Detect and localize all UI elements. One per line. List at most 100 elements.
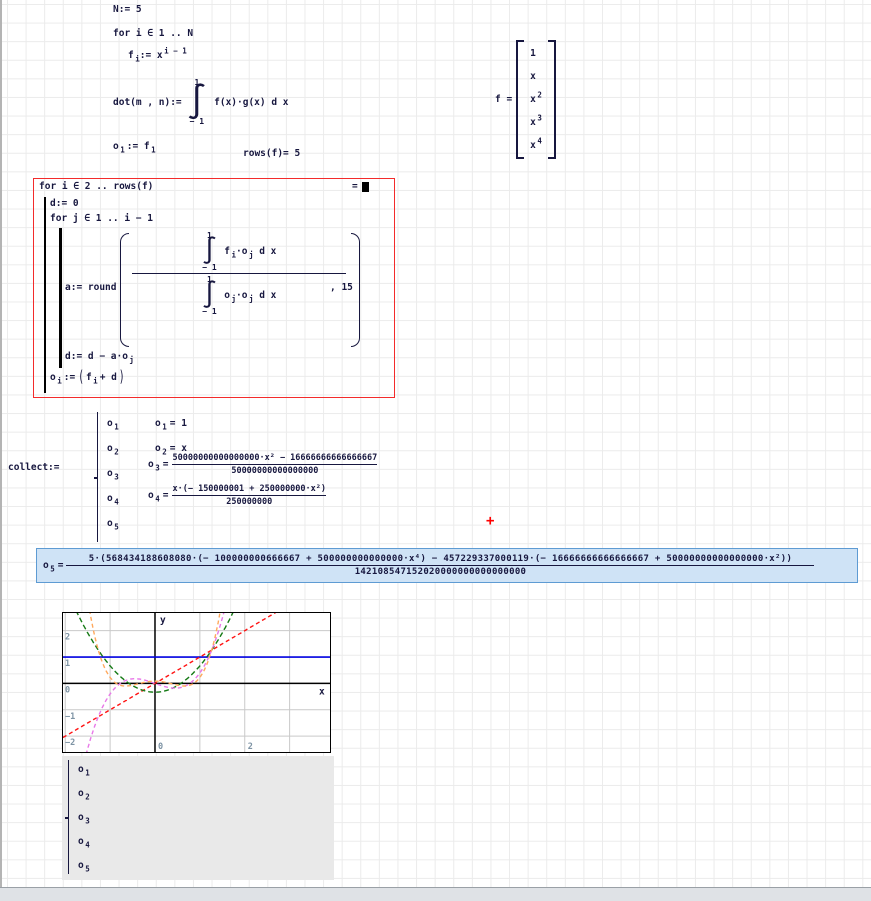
program-ratio: 1 ∫ − 1 fi·oj d x 1 ∫ − 1 oj·oj d x (132, 231, 346, 316)
math-text: for i ∈ 2 .. rows(f) (39, 181, 153, 192)
matrix-lhs: f = (495, 94, 512, 105)
svg-text:0: 0 (158, 742, 163, 752)
fraction: x·(− 150000001 + 250000000·x²)250000000 (172, 484, 326, 507)
program-d-update: d:= d − a·oj (65, 351, 134, 362)
trace-item: o4 (78, 836, 90, 847)
region-o5-evaluation-selected[interactable]: o5= 5·(568434188608080·(− 10000000066666… (36, 548, 858, 583)
collect-item: o5 (107, 518, 119, 529)
integrand: oj·oj d x (224, 290, 276, 301)
program-outer-bar (44, 197, 46, 393)
paren-right: ) (119, 368, 125, 387)
cell-base: 1 (530, 48, 536, 59)
integral-symbol: 1 ∫ − 1 (187, 78, 207, 126)
math-text: a:= round (65, 282, 116, 293)
math-text: for j ∈ 1 .. i − 1 (50, 213, 153, 224)
program-inner-for: for j ∈ 1 .. i − 1 (50, 213, 153, 224)
matrix-cell: x3 (530, 111, 542, 134)
cell-base: x (530, 117, 536, 128)
region-for-loop-header[interactable]: for i ∈ 1 .. N (113, 28, 193, 39)
trace-item: o5 (78, 860, 90, 871)
region-collect[interactable]: collect:= o1 o2 o3 o4 o5 o1= 1 o2= x o3=… (8, 410, 448, 545)
matrix-cell: 1 (530, 42, 542, 65)
region-n-definition[interactable]: N:= 5 (113, 4, 142, 15)
window-left-border (0, 0, 2, 901)
subscript-1: 1 (151, 146, 156, 155)
collect-item: o3 (107, 468, 119, 479)
cell-exp: 4 (537, 137, 542, 146)
dot-lhs: dot(m , n):= (113, 97, 182, 108)
integrand: fi·oj d x (224, 246, 276, 257)
program-result-placeholder[interactable]: = (352, 181, 369, 192)
big-paren-right (351, 233, 360, 347)
var-o: o (113, 141, 119, 152)
var-f: f (128, 50, 134, 61)
matrix-cell: x2 (530, 88, 542, 111)
o5-fraction: 5·(568434188608080·(− 100000000666667 + … (66, 554, 814, 577)
svg-text:0: 0 (65, 685, 70, 695)
collect-item: o1 (107, 418, 119, 429)
cell-base: x (530, 94, 536, 105)
cell-exp: 3 (537, 114, 542, 123)
collect-item: o2 (107, 443, 119, 454)
region-dot-definition[interactable]: dot(m , n):= 1 ∫ − 1 f(x)·g(x) d x (113, 78, 288, 126)
trace-brace (68, 760, 72, 874)
window-bottom-border (0, 887, 871, 901)
cell-base: x (530, 71, 536, 82)
plot-canvas[interactable]: 02210−1−2yx (63, 613, 330, 752)
numerator-integral: 1 ∫ − 1 fi·oj d x (202, 231, 277, 272)
o5-denominator: 142108547152020000000000000000 (355, 567, 527, 577)
svg-text:2: 2 (65, 633, 70, 643)
matrix-bracket-right (548, 40, 556, 159)
subscript-i: i (135, 55, 140, 64)
region-o1-definition[interactable]: o1:= f1 (113, 141, 156, 152)
matrix-cell: x4 (530, 134, 542, 157)
integral-lower-limit: − 1 (202, 263, 216, 272)
round-precision-arg: , 15 (330, 282, 353, 293)
integral-lower-limit: − 1 (202, 307, 216, 316)
region-gram-schmidt-program[interactable]: for i ∈ 2 .. rows(f) = d:= 0 for j ∈ 1 .… (33, 178, 395, 398)
region-f-matrix[interactable]: f = 1 x x2 x3 x4 (495, 40, 556, 159)
math-text: for i ∈ 1 .. N (113, 28, 193, 39)
assign-op: := x (140, 50, 163, 61)
program-inner-bar (59, 228, 62, 368)
math-text: N:= 5 (113, 4, 142, 15)
integrand: f(x)·g(x) d x (214, 97, 288, 108)
cell-base: x (530, 140, 536, 151)
collect-lhs: collect:= (8, 462, 59, 473)
denominator-integral: 1 ∫ − 1 oj·oj d x (202, 275, 277, 316)
fraction: 50000000000000000·x² − 16666666666666667… (172, 453, 377, 476)
o5-numerator: 5·(568434188608080·(− 100000000666667 + … (89, 554, 792, 564)
assign-op: := f (127, 141, 150, 152)
big-paren-left (120, 233, 129, 347)
math-text: d:= 0 (50, 198, 79, 209)
program-o-update: oi:=(fi+ d) (50, 372, 125, 383)
matrix-cell: x (530, 65, 542, 88)
subscript-1: 1 (120, 146, 125, 155)
o5-lhs: o5= (43, 560, 66, 571)
matrix-body: 1 x x2 x3 x4 (524, 40, 548, 159)
svg-text:x: x (319, 686, 325, 697)
collect-brace (97, 412, 101, 542)
region-f-definition[interactable]: fi:= xi − 1 (128, 50, 187, 61)
math-text: collect:= (8, 462, 59, 473)
integral-symbol: 1 ∫ − 1 (202, 275, 218, 316)
svg-text:−2: −2 (65, 738, 75, 748)
fraction-bar (132, 273, 346, 274)
integral-lower-limit: − 1 (190, 117, 204, 126)
cell-exp: 2 (537, 91, 542, 100)
integral-symbol: 1 ∫ − 1 (202, 231, 218, 272)
region-rows-eval[interactable]: rows(f)= 5 (243, 148, 300, 159)
crosshair-cursor: + (486, 513, 494, 529)
svg-text:y: y (160, 615, 166, 626)
svg-text:1: 1 (65, 659, 70, 669)
program-a-lhs: a:= round (65, 282, 116, 293)
placeholder-icon[interactable] (362, 182, 369, 192)
equals-sign: = (352, 181, 358, 192)
trace-item: o1 (78, 764, 90, 775)
region-xy-plot[interactable]: 02210−1−2yx (62, 612, 331, 753)
math-text: , 15 (330, 282, 353, 293)
math-text: rows(f)= 5 (243, 148, 300, 159)
fraction-bar (66, 565, 814, 566)
region-plot-trace-list[interactable]: o1 o2 o3 o4 o5 (62, 756, 334, 880)
collect-item: o4 (107, 493, 119, 504)
